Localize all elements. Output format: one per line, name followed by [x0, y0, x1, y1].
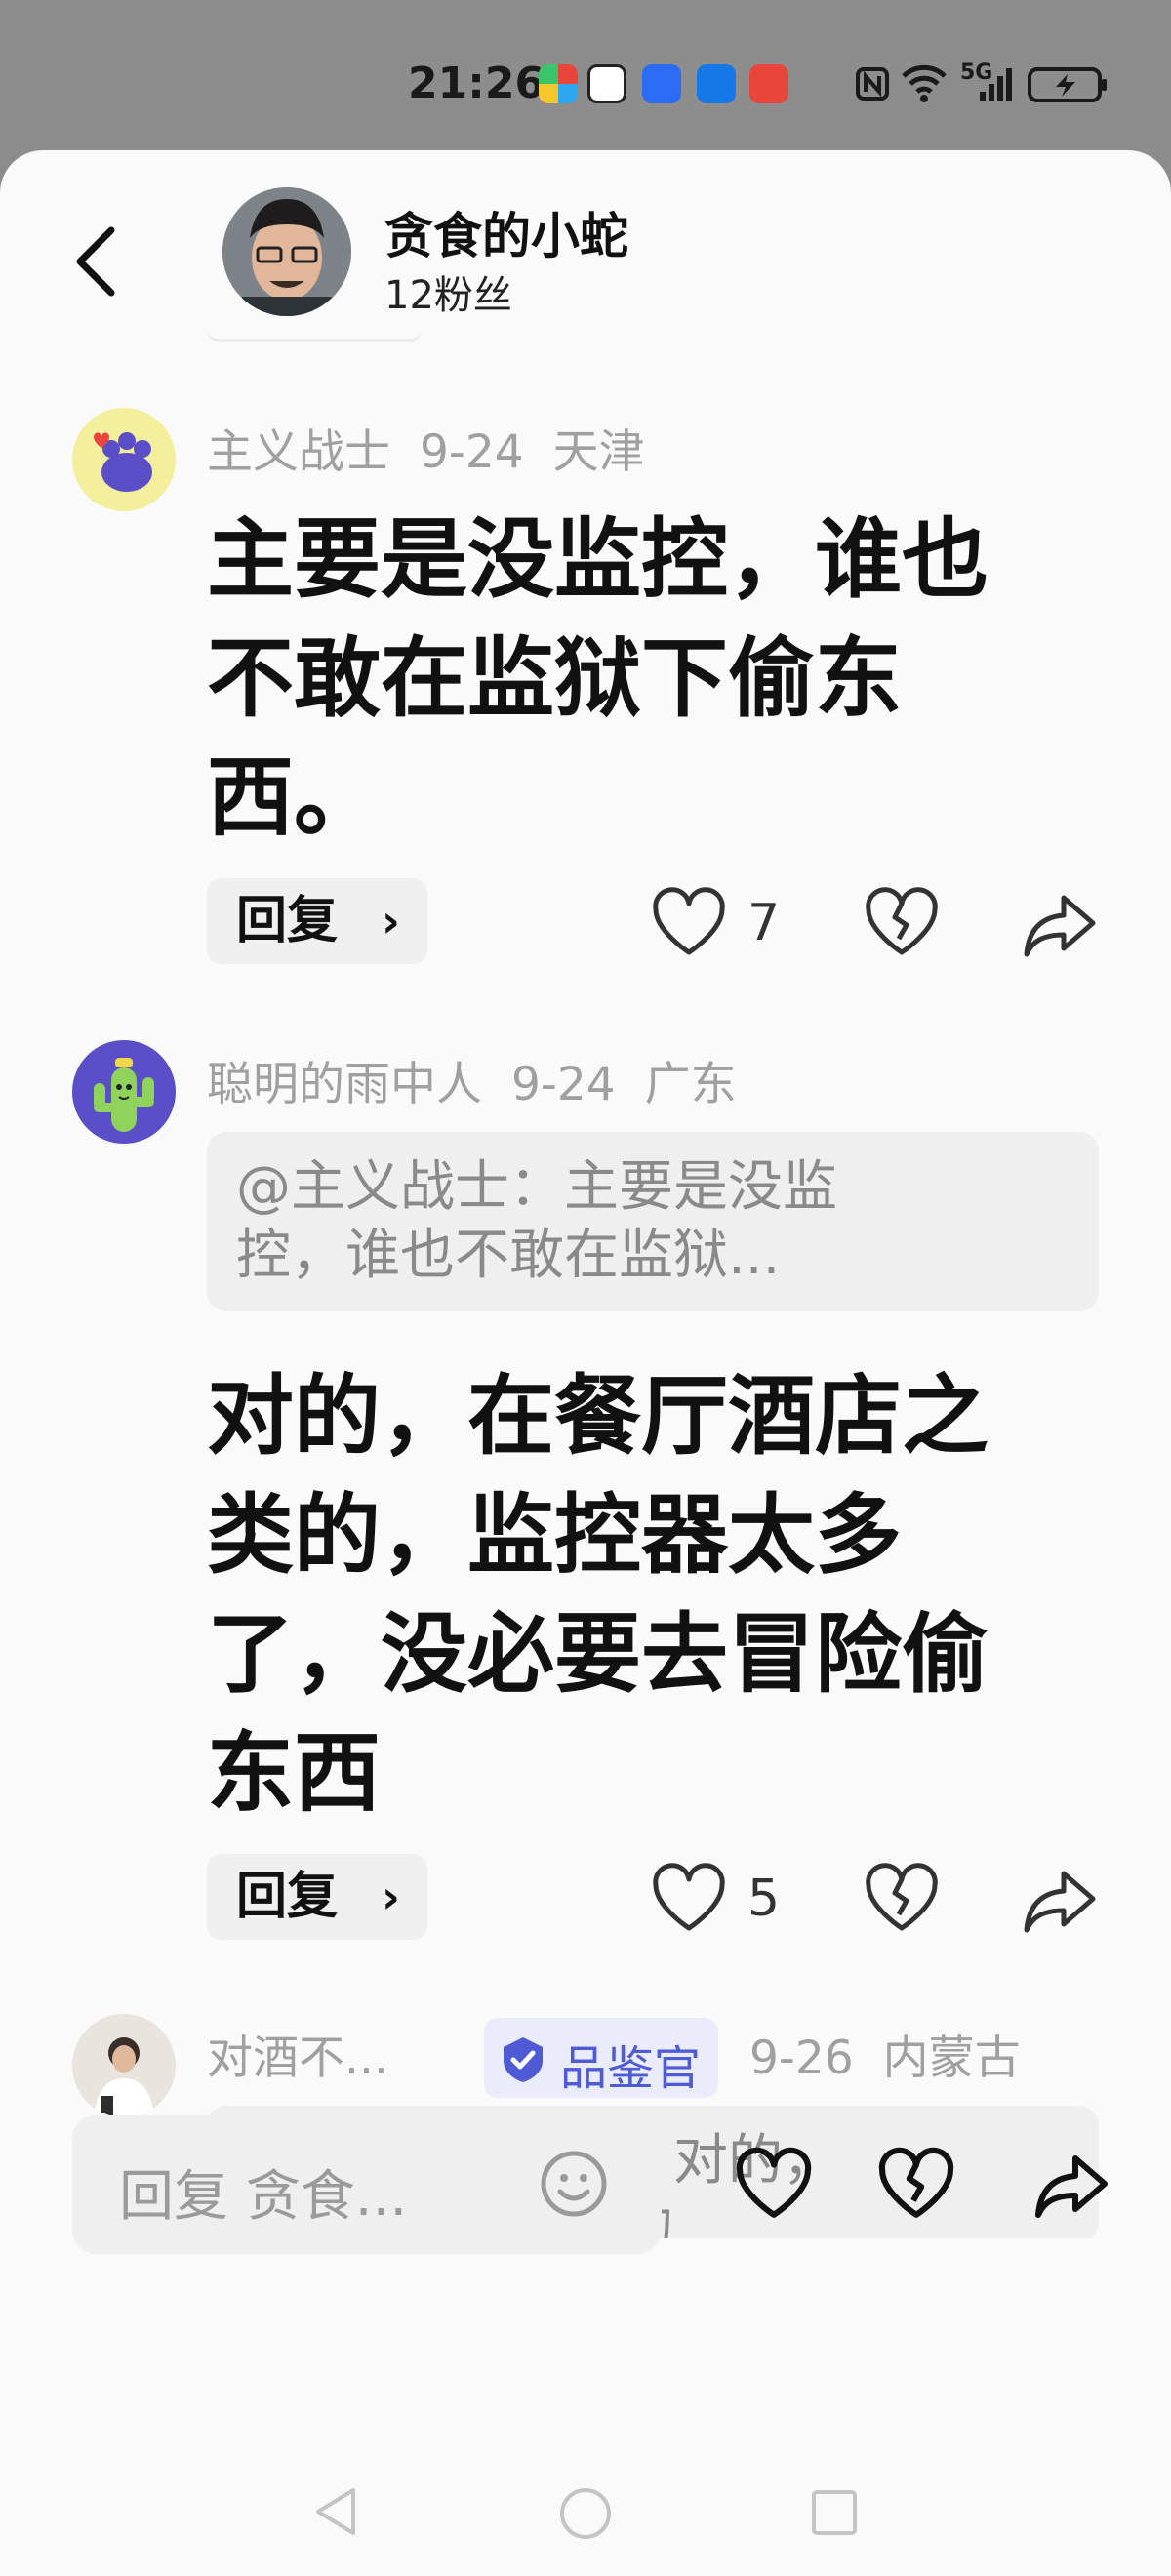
like-heart-icon[interactable]	[732, 2145, 816, 2225]
signal-icon	[980, 68, 1012, 101]
commenter-avatar[interactable]	[72, 1040, 176, 1144]
share-arrow-icon[interactable]	[1030, 2147, 1112, 2225]
comment-meta: 9-26 内蒙古	[749, 2020, 1050, 2087]
comment-location: 天津	[552, 425, 645, 479]
comment-date: 9-24	[420, 425, 524, 479]
commenter-avatar[interactable]	[72, 2014, 176, 2117]
comment-meta: 对酒不...	[207, 2020, 418, 2087]
chevron-right-icon: ›	[382, 1871, 400, 1923]
wifi-icon	[902, 64, 947, 102]
author-name[interactable]: 贪食的小蛇	[384, 197, 628, 267]
divider	[207, 324, 422, 342]
dislike-broken-heart-icon[interactable]	[863, 884, 941, 962]
comment-text-line: 主要是没监控，谁也	[207, 508, 989, 610]
status-time: 21:26	[408, 59, 545, 108]
app-notification-icon	[539, 64, 578, 103]
status-bar: 21:26 5G	[0, 0, 1171, 156]
comment-text: 对的，在餐厅酒店之 类的，监控器太多 了，没必要去冒险偷 东西	[207, 1356, 1085, 1832]
comment-date: 9-24	[511, 1058, 616, 1111]
battery-charging-icon	[1028, 67, 1107, 102]
back-arrow-icon[interactable]	[68, 222, 127, 301]
comment-username[interactable]: 聪明的雨中人	[207, 1058, 482, 1111]
app-notification-icon	[697, 64, 736, 103]
reply-label: 回复	[236, 892, 339, 950]
comment-text-line: 东西	[207, 1722, 381, 1824]
comment-location: 内蒙古	[882, 2032, 1021, 2085]
emoji-icon[interactable]	[539, 2149, 609, 2219]
share-arrow-icon[interactable]	[1021, 886, 1099, 964]
like-heart-icon[interactable]	[650, 1860, 728, 1938]
nav-recents-icon[interactable]	[810, 2488, 859, 2537]
comment-text-line: 不敢在监狱下偷东	[207, 627, 902, 729]
reply-button[interactable]: 回复 ›	[207, 878, 427, 964]
badge-label: 品鉴官	[560, 2041, 702, 2096]
like-count: 7	[747, 894, 781, 952]
quote-line: 控，谁也不敢在监狱...	[236, 1224, 781, 1287]
nfc-icon	[856, 67, 889, 101]
comment-text-line: 西。	[207, 746, 381, 848]
comment-location: 广东	[644, 1058, 737, 1111]
commenter-avatar[interactable]	[72, 408, 176, 511]
reply-label: 回复	[236, 1868, 339, 1926]
verified-badge-icon	[504, 2037, 543, 2082]
comment-text-line: 对的，在餐厅酒店之	[207, 1365, 989, 1467]
comment-username[interactable]: 主义战士	[207, 425, 390, 479]
author-fans-count: 12粉丝	[384, 273, 512, 318]
quote-line: @主义战士：主要是没监	[236, 1155, 837, 1219]
comment-meta: 聪明的雨中人 9-24 广东	[207, 1046, 766, 1113]
comment-date: 9-26	[749, 2032, 854, 2085]
quoted-comment[interactable]: @主义战士：主要是没监 控，谁也不敢在监狱...	[207, 1132, 1099, 1311]
like-heart-icon[interactable]	[650, 884, 728, 962]
toutiao-app-icon	[749, 64, 788, 103]
nav-back-icon[interactable]	[310, 2484, 361, 2539]
comment-text: 主要是没监控，谁也 不敢在监狱下偷东 西。	[207, 500, 1085, 857]
dislike-broken-heart-icon[interactable]	[874, 2145, 958, 2225]
comment-text-line: 类的，监控器太多	[207, 1484, 902, 1586]
share-arrow-icon[interactable]	[1021, 1862, 1099, 1940]
app-notification-icon	[642, 64, 681, 103]
dislike-broken-heart-icon[interactable]	[863, 1860, 941, 1938]
chevron-right-icon: ›	[382, 895, 400, 947]
comment-meta: 主义战士 9-24 天津	[207, 414, 674, 481]
comment-username[interactable]: 对酒不...	[207, 2032, 388, 2085]
reply-input-placeholder: 回复 贪食...	[119, 2165, 408, 2229]
reply-button[interactable]: 回复 ›	[207, 1854, 427, 1940]
app-notification-icon	[587, 64, 626, 103]
nav-home-icon[interactable]	[558, 2486, 613, 2541]
like-count: 5	[747, 1870, 781, 1928]
author-avatar[interactable]	[222, 187, 351, 316]
comment-text-line: 了，没必要去冒险偷	[207, 1603, 989, 1705]
